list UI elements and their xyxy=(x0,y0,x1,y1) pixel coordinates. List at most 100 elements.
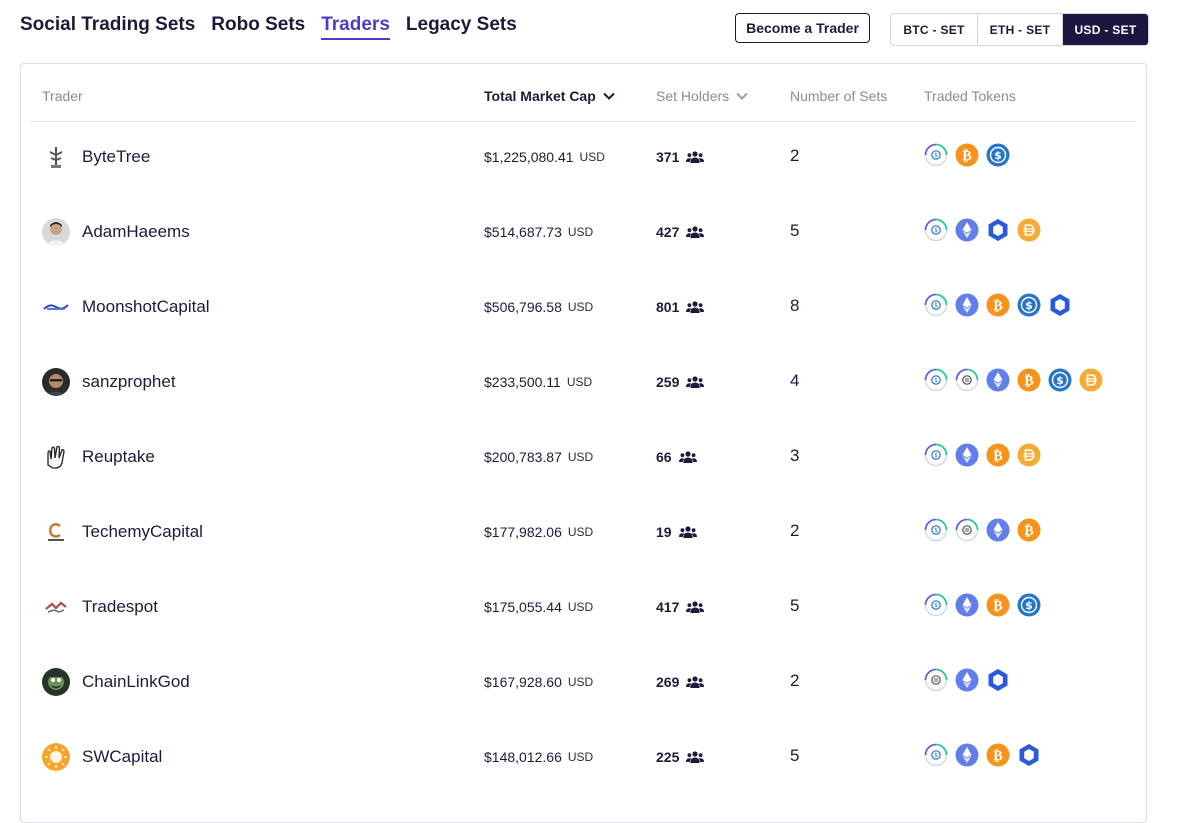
trader-cell[interactable]: Reuptake xyxy=(42,443,155,471)
set-holders-value: 19 xyxy=(656,524,672,540)
avatar xyxy=(42,743,70,771)
dai-set-token-icon xyxy=(955,518,979,542)
table-row[interactable]: Reuptake $200,783.87 USD 66 3 $ ₿ xyxy=(31,421,1136,496)
set-holders-cell: 259 xyxy=(656,374,705,390)
number-of-sets-value: 8 xyxy=(790,296,800,315)
trader-cell[interactable]: sanzprophet xyxy=(42,368,176,396)
dai-set-token-icon xyxy=(955,368,979,392)
header-number-of-sets: Number of Sets xyxy=(790,88,888,104)
table-row[interactable]: Tradespot $175,055.44 USD 417 5 $ ₿ $ xyxy=(31,571,1136,646)
users-icon xyxy=(686,151,705,163)
number-of-sets-value: 2 xyxy=(790,671,800,690)
set-holders-value: 259 xyxy=(656,374,680,390)
table-row[interactable]: sanzprophet $233,500.11 USD 259 4 $ ₿ $ xyxy=(31,346,1136,421)
trader-name[interactable]: SWCapital xyxy=(82,747,162,767)
set-holders-cell: 19 xyxy=(656,524,697,540)
set-holders-cell: 371 xyxy=(656,149,705,165)
usdc-token-icon: $ xyxy=(986,143,1010,167)
set-holders-value: 427 xyxy=(656,224,680,240)
market-cap-cell: $233,500.11 USD xyxy=(484,374,592,390)
market-cap-unit: USD xyxy=(566,375,593,389)
tab-robo-sets[interactable]: Robo Sets xyxy=(211,14,305,40)
traded-tokens-cell xyxy=(924,668,1010,692)
currency-eth-set[interactable]: ETH - SET xyxy=(978,14,1063,45)
market-cap-cell: $1,225,080.41 USD xyxy=(484,149,605,165)
btc-token-icon: ₿ xyxy=(986,443,1010,467)
traded-tokens-cell: $ ₿ xyxy=(924,743,1041,767)
eth-token-icon xyxy=(955,218,979,242)
currency-usd-set[interactable]: USD - SET xyxy=(1063,14,1148,45)
svg-text:$: $ xyxy=(1025,599,1033,612)
tab-legacy-sets[interactable]: Legacy Sets xyxy=(406,14,517,40)
trader-name[interactable]: MoonshotCapital xyxy=(82,297,210,317)
market-cap-unit: USD xyxy=(567,600,594,614)
traded-tokens-cell: $ xyxy=(924,218,1041,242)
number-of-sets-value: 5 xyxy=(790,596,800,615)
header-set-holders[interactable]: Set Holders xyxy=(656,88,749,104)
users-icon xyxy=(678,526,697,538)
usdc-set-token-icon: $ xyxy=(924,218,948,242)
table-row[interactable]: MoonshotCapital $506,796.58 USD 801 8 $ ₿ $ xyxy=(31,271,1136,346)
link-token-icon xyxy=(986,218,1010,242)
trader-name[interactable]: Tradespot xyxy=(82,597,158,617)
btc-token-icon: ₿ xyxy=(986,593,1010,617)
svg-text:₿: ₿ xyxy=(993,448,1002,464)
trader-name[interactable]: TechemyCapital xyxy=(82,522,203,542)
link-token-icon xyxy=(1017,743,1041,767)
market-cap-value: $506,796.58 xyxy=(484,299,562,315)
trader-name[interactable]: ByteTree xyxy=(82,147,150,167)
trader-name[interactable]: Reuptake xyxy=(82,447,155,467)
number-of-sets-value: 4 xyxy=(790,371,800,390)
chevron-down-icon xyxy=(736,92,748,100)
users-icon xyxy=(686,751,705,763)
number-of-sets-value: 3 xyxy=(790,446,800,465)
trader-cell[interactable]: ChainLinkGod xyxy=(42,668,190,696)
tab-traders[interactable]: Traders xyxy=(321,14,390,40)
trader-name[interactable]: sanzprophet xyxy=(82,372,176,392)
set-holders-cell: 801 xyxy=(656,299,705,315)
dai-token-icon xyxy=(1017,443,1041,467)
trader-cell[interactable]: SWCapital xyxy=(42,743,162,771)
btc-token-icon: ₿ xyxy=(1017,368,1041,392)
usdc-set-token-icon: $ xyxy=(924,743,948,767)
become-trader-button[interactable]: Become a Trader xyxy=(735,13,870,43)
trader-cell[interactable]: AdamHaeems xyxy=(42,218,190,246)
market-cap-value: $1,225,080.41 xyxy=(484,149,574,165)
avatar xyxy=(42,368,70,396)
market-cap-unit: USD xyxy=(567,225,594,239)
dai-token-icon xyxy=(1079,368,1103,392)
trader-cell[interactable]: MoonshotCapital xyxy=(42,293,210,321)
svg-text:$: $ xyxy=(1025,299,1033,312)
usdc-token-icon: $ xyxy=(1048,368,1072,392)
users-icon xyxy=(686,676,705,688)
trader-name[interactable]: ChainLinkGod xyxy=(82,672,190,692)
link-token-icon xyxy=(986,668,1010,692)
header-market-cap[interactable]: Total Market Cap xyxy=(484,88,616,104)
trader-cell[interactable]: ByteTree xyxy=(42,143,150,171)
btc-token-icon: ₿ xyxy=(986,743,1010,767)
usdc-token-icon: $ xyxy=(1017,593,1041,617)
set-holders-value: 66 xyxy=(656,449,672,465)
table-row[interactable]: SWCapital $148,012.66 USD 225 5 $ ₿ xyxy=(31,721,1136,796)
trader-name[interactable]: AdamHaeems xyxy=(82,222,190,242)
link-token-icon xyxy=(1048,293,1072,317)
svg-text:₿: ₿ xyxy=(1024,373,1033,389)
table-row[interactable]: ChainLinkGod $167,928.60 USD 269 2 xyxy=(31,646,1136,721)
usdc-token-icon: $ xyxy=(1017,293,1041,317)
traded-tokens-cell: $ ₿ $ xyxy=(924,143,1010,167)
number-of-sets-value: 5 xyxy=(790,221,800,240)
tab-social-trading-sets[interactable]: Social Trading Sets xyxy=(20,14,195,40)
trader-cell[interactable]: Tradespot xyxy=(42,593,158,621)
market-cap-cell: $175,055.44 USD xyxy=(484,599,593,615)
svg-text:$: $ xyxy=(934,602,938,609)
set-holders-cell: 269 xyxy=(656,674,705,690)
table-row[interactable]: TechemyCapital $177,982.06 USD 19 2 $ ₿ xyxy=(31,496,1136,571)
table-row[interactable]: ByteTree $1,225,080.41 USD 371 2 $ ₿ $ xyxy=(31,121,1136,196)
usdc-set-token-icon: $ xyxy=(924,368,948,392)
currency-btc-set[interactable]: BTC - SET xyxy=(891,14,978,45)
table-row[interactable]: AdamHaeems $514,687.73 USD 427 5 $ xyxy=(31,196,1136,271)
traders-table: Trader Total Market Cap Set Holders Numb… xyxy=(20,63,1147,823)
trader-cell[interactable]: TechemyCapital xyxy=(42,518,203,546)
market-cap-cell: $177,982.06 USD xyxy=(484,524,593,540)
market-cap-cell: $167,928.60 USD xyxy=(484,674,593,690)
